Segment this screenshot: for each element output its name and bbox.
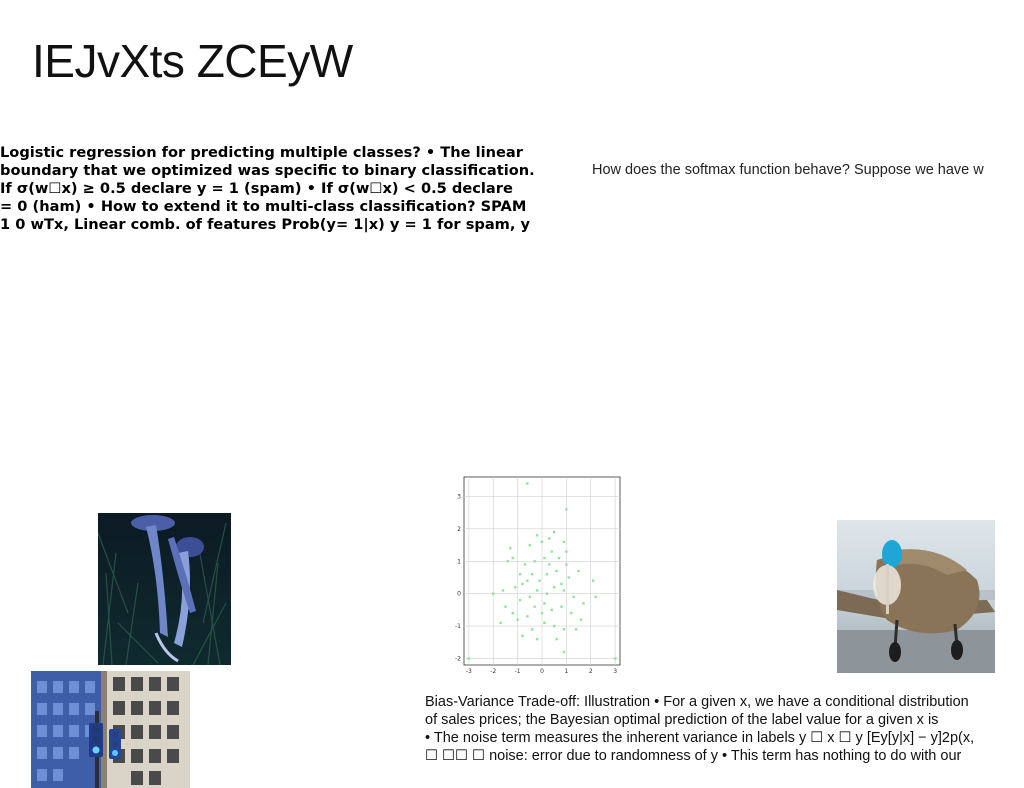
mushroom-photo bbox=[98, 513, 231, 665]
logistic-regression-text: Logistic regression for predicting multi… bbox=[0, 144, 592, 234]
scatter-point bbox=[543, 556, 546, 560]
text-line: boundary that we optimized was specific … bbox=[0, 162, 535, 179]
text-line: Bias-Variance Trade-off: Illustration • … bbox=[425, 694, 969, 710]
scatter-point bbox=[548, 563, 551, 566]
scatter-point bbox=[538, 579, 541, 582]
scatter-point bbox=[560, 582, 563, 586]
scatter-point bbox=[523, 563, 527, 566]
scatter-point bbox=[535, 534, 539, 537]
scatter-point bbox=[535, 589, 539, 592]
scatter-point bbox=[565, 508, 568, 511]
scatter-point bbox=[528, 543, 532, 547]
y-tick-label: -2 bbox=[455, 656, 461, 663]
scatter-point bbox=[533, 560, 536, 563]
scatter-point bbox=[521, 634, 524, 638]
slide-title: IEJvXts ZCEyW bbox=[32, 35, 353, 87]
x-tick-label: 0 bbox=[540, 668, 544, 675]
scatter-point bbox=[543, 621, 546, 625]
scatter-point bbox=[565, 550, 568, 553]
scatter-point bbox=[567, 576, 571, 579]
scatter-point bbox=[591, 579, 595, 582]
text-line: Logistic regression for predicting multi… bbox=[0, 144, 523, 161]
x-tick-label: -2 bbox=[490, 668, 496, 675]
scatter-point bbox=[570, 611, 573, 615]
building-with-traffic-light-photo bbox=[31, 671, 190, 788]
scatter-point bbox=[511, 611, 514, 615]
scatter-point bbox=[540, 611, 544, 615]
scatter-point bbox=[565, 563, 568, 566]
scatter-point bbox=[526, 579, 529, 582]
scatter-point bbox=[552, 530, 556, 534]
scatter-point bbox=[572, 595, 575, 599]
scatter-point bbox=[548, 537, 551, 540]
scatter-point bbox=[499, 621, 502, 625]
scatter-point bbox=[501, 589, 505, 592]
scatter-point bbox=[511, 556, 514, 560]
scatter-point bbox=[526, 482, 529, 485]
y-tick-label: 3 bbox=[457, 493, 461, 500]
scatter-point bbox=[613, 657, 617, 660]
scatter-point bbox=[521, 582, 524, 586]
scatter-point bbox=[577, 569, 580, 573]
scatter-point bbox=[560, 605, 563, 608]
scatter-point bbox=[579, 618, 583, 621]
scatter-point bbox=[562, 628, 566, 631]
text-line: ☐ ☐☐ ☐ noise: error due to randomness of… bbox=[425, 748, 962, 764]
y-tick-label: -1 bbox=[455, 623, 461, 630]
text-line: 1 0 wTx, Linear comb. of features Prob(y… bbox=[0, 216, 531, 233]
text-line: = 0 (ham) • How to extend it to multi-cl… bbox=[0, 198, 527, 215]
scatter-point bbox=[516, 618, 519, 621]
scatter-point bbox=[555, 637, 558, 641]
y-tick-label: 2 bbox=[457, 526, 461, 533]
y-tick-label: 0 bbox=[457, 591, 461, 598]
scatter-point bbox=[513, 586, 517, 589]
x-tick-label: 3 bbox=[613, 668, 617, 675]
scatter-point bbox=[528, 595, 532, 599]
scatter-point bbox=[518, 598, 522, 602]
text-line: • The noise term measures the inherent v… bbox=[425, 730, 975, 746]
scatter-point bbox=[545, 592, 549, 595]
scatter-point bbox=[518, 573, 522, 576]
x-tick-label: 2 bbox=[589, 668, 593, 675]
scatter-point bbox=[506, 560, 510, 563]
scatter-point bbox=[543, 602, 546, 605]
scatter-point bbox=[562, 589, 566, 592]
scatter-point bbox=[540, 540, 544, 544]
scatter-point bbox=[562, 540, 566, 544]
scatter-point bbox=[509, 547, 512, 550]
x-tick-label: -3 bbox=[466, 668, 472, 675]
scatter-point bbox=[492, 592, 495, 595]
softmax-text: How does the softmax function behave? Su… bbox=[592, 162, 984, 178]
vintage-airplane-photo bbox=[837, 520, 995, 673]
bias-variance-text: Bias-Variance Trade-off: Illustration • … bbox=[425, 693, 1024, 765]
scatter-point bbox=[533, 605, 536, 608]
scatter-point bbox=[555, 569, 558, 573]
scatter-point bbox=[526, 615, 529, 618]
scatter-point bbox=[550, 608, 553, 612]
scatter-point bbox=[594, 595, 597, 599]
scatter-point bbox=[467, 657, 471, 660]
text-line: If σ(w☐x) ≥ 0.5 declare y = 1 (spam) • I… bbox=[0, 180, 513, 197]
scatter-point bbox=[545, 573, 549, 576]
x-tick-label: -1 bbox=[515, 668, 521, 675]
scatter-point bbox=[531, 573, 534, 576]
y-tick-label: 1 bbox=[457, 558, 461, 565]
scatter-plot: -3 -2 -1 0 1 2 3 -2 -1 0 1 2 3 bbox=[455, 476, 621, 675]
text-line: of sales prices; the Bayesian optimal pr… bbox=[425, 712, 939, 728]
x-tick-label: 1 bbox=[564, 668, 568, 675]
scatter-point bbox=[562, 650, 566, 654]
scatter-point bbox=[552, 586, 556, 589]
scatter-point bbox=[552, 624, 556, 628]
scatter-point bbox=[582, 602, 585, 605]
scatter-point bbox=[535, 637, 539, 641]
scatter-point bbox=[531, 628, 534, 631]
scatter-point bbox=[574, 628, 578, 631]
scatter-point bbox=[557, 556, 561, 560]
scatter-point bbox=[504, 605, 507, 608]
scatter-point bbox=[550, 550, 553, 553]
